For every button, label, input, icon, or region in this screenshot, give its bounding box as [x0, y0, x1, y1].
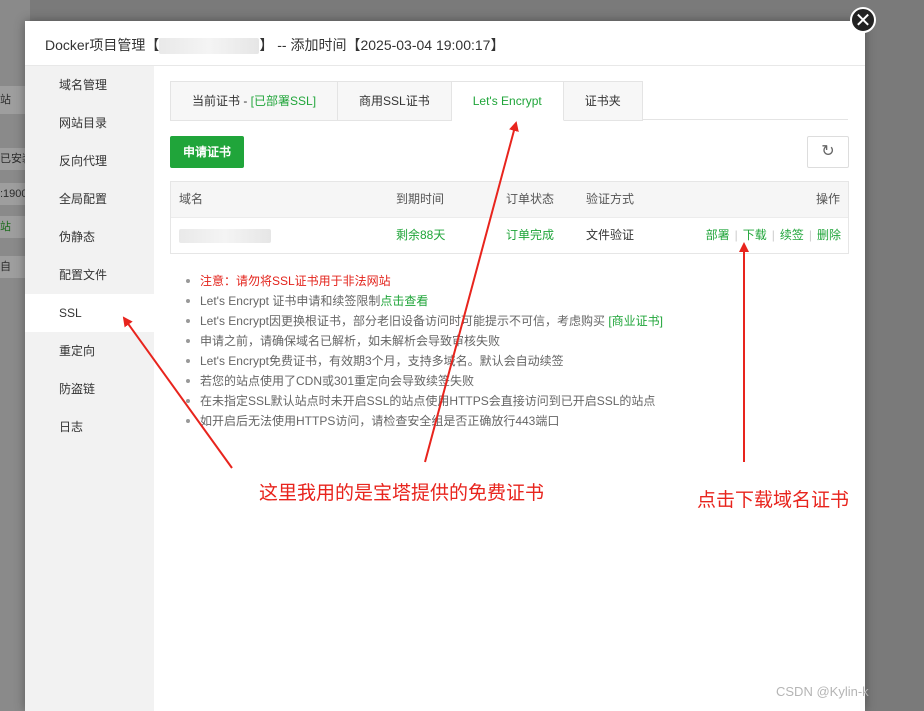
note-item: Let's Encrypt 证书申请和续签限制点击查看 — [184, 291, 663, 311]
action-separator: | — [734, 228, 738, 242]
refresh-button[interactable]: ↻ — [807, 136, 849, 168]
redacted-project-name — [159, 38, 260, 55]
tab-letsencrypt[interactable]: Let's Encrypt — [451, 81, 564, 121]
bg-fragment: 站 — [0, 216, 28, 238]
cell-verify: 文件验证 — [586, 228, 635, 242]
bg-fragment: 已安装 — [0, 148, 28, 170]
modal-sidebar: 域名管理 网站目录 反向代理 全局配置 伪静态 配置文件 SSL 重定向 防盗链… — [25, 66, 154, 711]
header-actions: 操作 — [815, 192, 840, 206]
table-header-row: 域名 到期时间 订单状态 验证方式 操作 — [171, 182, 848, 218]
tab-cert-folder[interactable]: 证书夹 — [563, 81, 643, 121]
commercial-cert-link[interactable]: [商业证书] — [608, 314, 663, 328]
sidebar-item-log[interactable]: 日志 — [25, 408, 154, 446]
note-item: 若您的站点使用了CDN或301重定向会导致续签失败 — [184, 371, 663, 391]
title-suffix: 】 -- 添加时间【2025-03-04 19:00:17】 — [259, 37, 505, 53]
tab-current-cert[interactable]: 当前证书 - [已部署SSL] — [170, 81, 339, 121]
note-item: 在未指定SSL默认站点时未开启SSL的站点使用HTTPS会直接访问到已开启SSL… — [184, 391, 663, 411]
ssl-notes-list: 注意：请勿将SSL证书用于非法网站 Let's Encrypt 证书申请和续签限… — [184, 271, 663, 431]
modal-title: Docker项目管理【 】 -- 添加时间【2025-03-04 19:00:17… — [45, 35, 504, 55]
ssl-panel: 当前证书 - [已部署SSL] 商用SSL证书 Let's Encrypt 证书… — [154, 66, 865, 711]
tab-current-cert-status: [已部署SSL] — [250, 94, 317, 108]
tab-current-cert-label: 当前证书 - — [192, 94, 251, 108]
annotation-free-cert: 这里我用的是宝塔提供的免费证书 — [259, 483, 545, 504]
sidebar-item-site-dir[interactable]: 网站目录 — [25, 104, 154, 142]
header-order-status: 订单状态 — [506, 192, 555, 206]
sidebar-item-domain[interactable]: 域名管理 — [25, 66, 154, 104]
bg-fragment: 自 — [0, 256, 28, 278]
docker-project-modal: Docker项目管理【 】 -- 添加时间【2025-03-04 19:00:17… — [25, 21, 865, 711]
bg-fragment: :1900 — [0, 183, 28, 205]
note-text: Let's Encrypt 证书申请和续签限制 — [200, 294, 381, 308]
close-icon: ✕ — [854, 10, 872, 32]
action-separator: | — [771, 228, 775, 242]
sidebar-item-config-file[interactable]: 配置文件 — [25, 256, 154, 294]
note-item: 申请之前，请确保域名已解析，如未解析会导致审核失败 — [184, 331, 663, 351]
bg-fragment: 站 — [0, 86, 28, 114]
title-prefix: Docker项目管理【 — [45, 37, 160, 53]
ssl-tabs: 当前证书 - [已部署SSL] 商用SSL证书 Let's Encrypt 证书… — [170, 81, 643, 121]
renew-link[interactable]: 续签 — [780, 228, 804, 242]
sidebar-item-redirect[interactable]: 重定向 — [25, 332, 154, 370]
cert-table: 域名 到期时间 订单状态 验证方式 操作 剩余88天 订单完成 文件验证 部署 |… — [170, 181, 849, 254]
action-separator: | — [808, 228, 812, 242]
header-verify: 验证方式 — [586, 192, 635, 206]
sidebar-item-hotlink[interactable]: 防盗链 — [25, 370, 154, 408]
download-link[interactable]: 下载 — [743, 228, 767, 242]
redacted-domain — [179, 228, 271, 243]
header-domain: 域名 — [179, 192, 204, 206]
header-expire: 到期时间 — [396, 192, 445, 206]
csdn-watermark: CSDN @Kylin-k — [776, 684, 869, 699]
deploy-link[interactable]: 部署 — [706, 228, 730, 242]
close-button[interactable]: ✕ — [850, 7, 876, 33]
sidebar-item-ssl[interactable]: SSL — [25, 294, 154, 332]
cell-domain — [179, 218, 271, 253]
cell-order-status: 订单完成 — [506, 228, 555, 242]
note-item: Let's Encrypt免费证书，有效期3个月，支持多域名。默认会自动续签 — [184, 351, 663, 371]
annotation-download-hint: 点击下载域名证书 — [697, 490, 850, 511]
sidebar-item-reverse-proxy[interactable]: 反向代理 — [25, 142, 154, 180]
note-item: Let's Encrypt因更换根证书，部分老旧设备访问时可能提示不可信，考虑购… — [184, 311, 663, 331]
sidebar-item-rewrite[interactable]: 伪静态 — [25, 218, 154, 256]
note-item: 注意：请勿将SSL证书用于非法网站 — [184, 271, 663, 291]
modal-header: Docker项目管理【 】 -- 添加时间【2025-03-04 19:00:17… — [25, 21, 865, 66]
refresh-icon: ↻ — [821, 143, 835, 160]
table-row: 剩余88天 订单完成 文件验证 部署 | 下载 | 续签 | 删除 — [171, 218, 848, 253]
cell-expire: 剩余88天 — [396, 228, 446, 242]
rate-limit-link[interactable]: 点击查看 — [380, 294, 428, 308]
tab-commercial-ssl[interactable]: 商用SSL证书 — [338, 81, 452, 121]
row-actions: 部署 | 下载 | 续签 | 删除 — [706, 218, 841, 253]
note-item: 如开启后无法使用HTTPS访问，请检查安全组是否正确放行443端口 — [184, 411, 663, 431]
sidebar-item-global-config[interactable]: 全局配置 — [25, 180, 154, 218]
note-text: Let's Encrypt因更换根证书，部分老旧设备访问时可能提示不可信，考虑购… — [200, 314, 609, 328]
apply-cert-button[interactable]: 申请证书 — [170, 136, 244, 168]
delete-link[interactable]: 删除 — [817, 228, 841, 242]
